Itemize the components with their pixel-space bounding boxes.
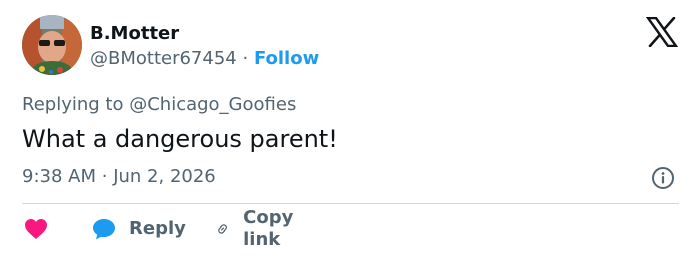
info-icon[interactable]: [651, 166, 675, 190]
avatar[interactable]: [22, 15, 82, 75]
tweet-timestamp[interactable]: 9:38 AM · Jun 2, 2026: [22, 166, 216, 188]
reply-bubble-icon: [93, 219, 115, 240]
handle-separator: ·: [242, 48, 249, 69]
meta-separator: ·: [101, 166, 108, 187]
divider: [22, 203, 679, 204]
reply-button[interactable]: Reply: [92, 214, 186, 244]
like-button[interactable]: [24, 214, 48, 244]
follow-button[interactable]: Follow: [254, 48, 319, 69]
replying-to: Replying to @Chicago_Goofies: [22, 94, 296, 116]
x-logo-icon[interactable]: [645, 16, 679, 48]
tweet-text: What a dangerous parent!: [22, 125, 338, 153]
link-icon: [218, 224, 227, 234]
replying-prefix: Replying to: [22, 94, 124, 115]
tweet-date: Jun 2, 2026: [113, 166, 216, 187]
copy-link-button[interactable]: Copy link: [215, 207, 302, 250]
tweet-time: 9:38 AM: [22, 166, 96, 187]
reply-label: Reply: [129, 218, 186, 239]
heart-icon: [25, 219, 47, 239]
display-name[interactable]: B.Motter: [90, 23, 179, 45]
tweet-card: B.Motter @BMotter67454 · Follow Replying…: [0, 0, 700, 256]
replying-to-handle[interactable]: @Chicago_Goofies: [129, 94, 296, 115]
handle-row: @BMotter67454 · Follow: [90, 48, 319, 70]
user-handle[interactable]: @BMotter67454: [90, 48, 237, 69]
copy-link-label: Copy link: [243, 207, 294, 250]
